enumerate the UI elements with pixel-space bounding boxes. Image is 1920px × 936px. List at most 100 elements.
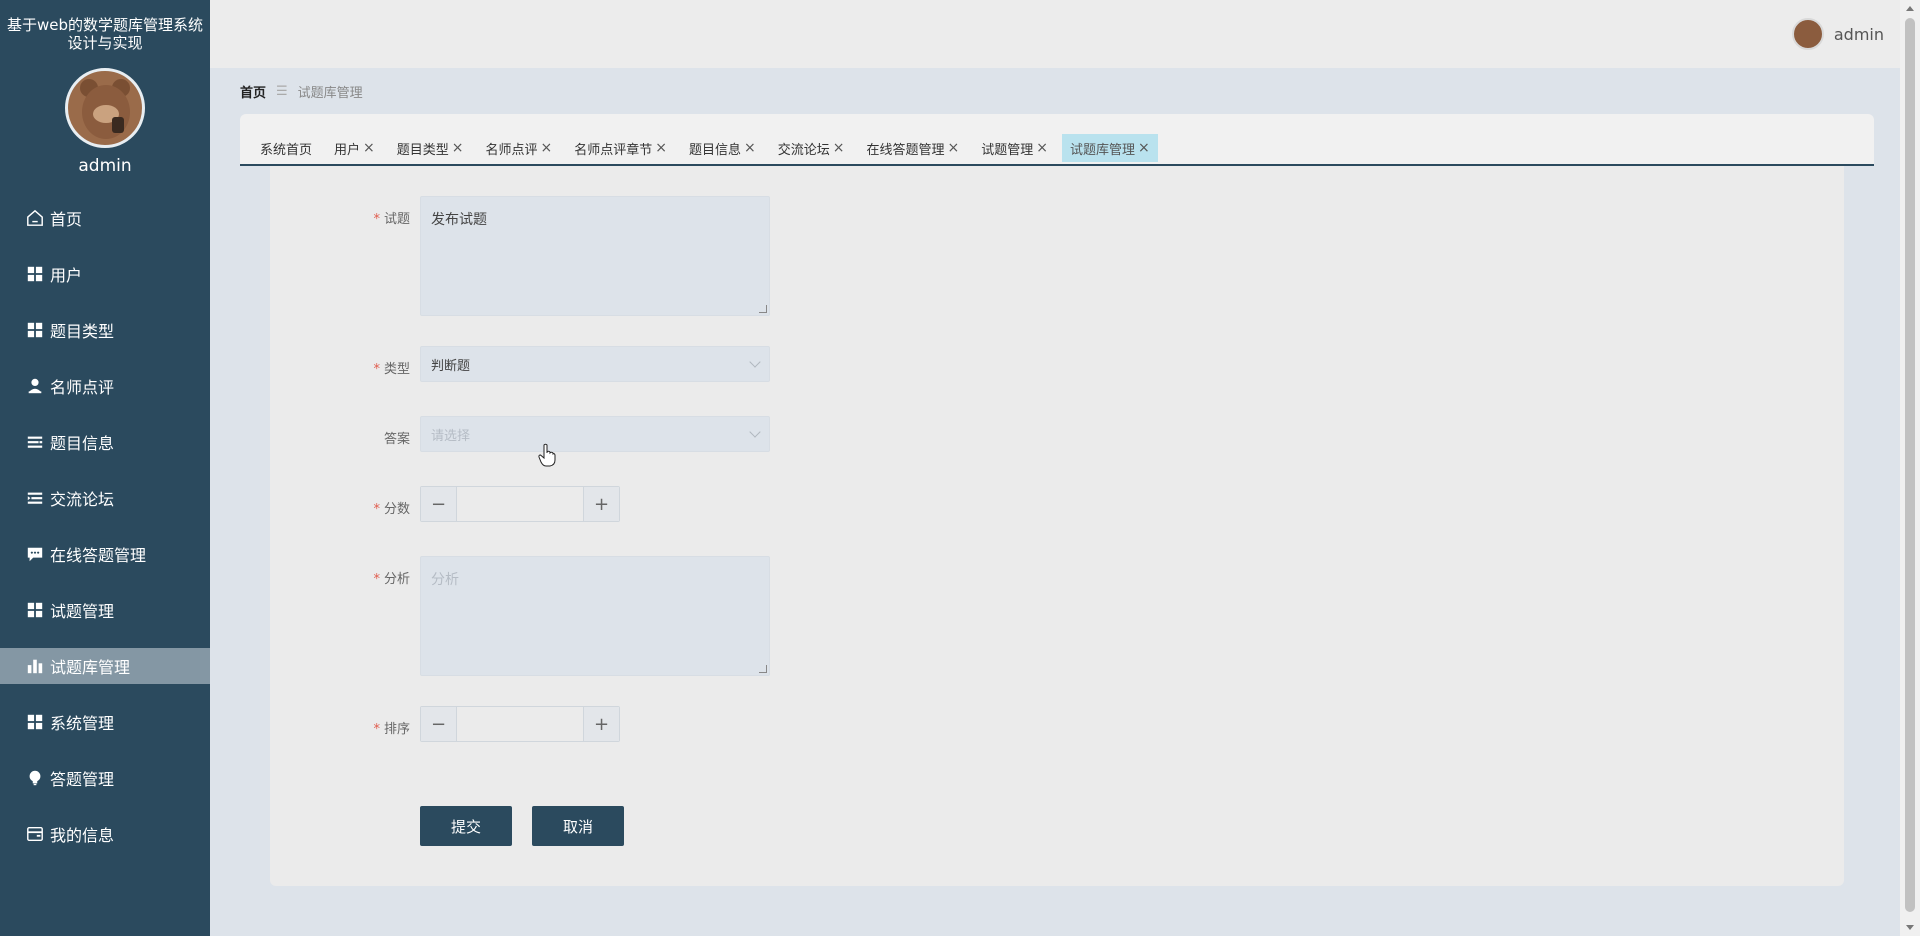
tab-label: 题目信息 [689,142,742,158]
avatar[interactable] [65,68,145,148]
tab-teacher-reviews[interactable]: 名师点评 × [478,134,561,162]
resize-handle-icon[interactable] [759,305,767,313]
resize-handle-icon[interactable] [759,665,767,673]
tab-label: 用户 [334,142,361,158]
list-indent-icon [24,487,46,509]
tab-question-management[interactable]: 试题管理 × [973,134,1056,162]
question-label-text: 试题 [383,212,410,227]
sidebar-item-label: 系统管理 [50,714,115,733]
header-user-menu[interactable]: admin [1791,18,1884,50]
sidebar-item-question-info[interactable]: 题目信息 [0,424,210,460]
tab-system-home[interactable]: 系统首页 [252,134,320,162]
avatar[interactable] [1791,18,1824,50]
order-input[interactable] [457,707,583,741]
scroll-up-icon[interactable] [1906,6,1914,11]
sidebar-item-label: 用户 [50,266,83,285]
card-icon [24,823,46,845]
sidebar-item-label: 在线答题管理 [50,546,147,565]
tab-users[interactable]: 用户 × [326,134,383,162]
app-title: 基于web的数学题库管理系统设计与实现 [6,16,204,52]
sidebar-item-label: 试题管理 [50,602,115,621]
tab-teacher-review-chapters[interactable]: 名师点评章节 × [566,134,675,162]
sidebar-item-system[interactable]: 系统管理 [0,704,210,740]
close-icon[interactable]: × [1138,140,1150,156]
close-icon[interactable]: × [655,140,667,156]
sidebar-item-question-bank[interactable]: 试题库管理 [0,648,210,684]
form-panel: * 试题 发布试题 * 类型 判断题 答案 请选择 * 分数 − + * 分析 分析 *… [270,166,1844,886]
required-mark: * [373,572,380,587]
analysis-label-text: 分析 [383,572,410,587]
type-select[interactable]: 判断题 [420,346,770,382]
close-icon[interactable]: × [744,140,756,156]
chevron-down-icon [749,356,761,368]
tab-label: 题目类型 [396,142,449,158]
sidebar-item-label: 答题管理 [50,770,115,789]
type-label: * 类型 [270,358,410,377]
user-icon [24,375,46,397]
sidebar: 基于web的数学题库管理系统设计与实现 admin 首页 用户 题目类型 名师点… [0,0,210,936]
home-icon [24,207,46,229]
tab-label: 名师点评 [485,142,538,158]
answer-select[interactable]: 请选择 [420,416,770,452]
scrollbar-thumb[interactable] [1905,18,1915,912]
plus-icon[interactable]: + [583,707,619,741]
sidebar-item-users[interactable]: 用户 [0,256,210,292]
submit-button[interactable]: 提交 [420,806,512,846]
sidebar-item-forum[interactable]: 交流论坛 [0,480,210,516]
analysis-textarea[interactable]: 分析 [420,556,770,676]
grid-icon [24,599,46,621]
close-icon[interactable]: × [833,140,845,156]
minus-icon[interactable]: − [421,487,457,521]
score-input[interactable] [457,487,583,521]
tab-question-bank[interactable]: 试题库管理 × [1062,134,1158,162]
score-stepper[interactable]: − + [420,486,620,522]
close-icon[interactable]: × [948,140,960,156]
plus-icon[interactable]: + [583,487,619,521]
close-icon[interactable]: × [363,140,375,156]
close-icon[interactable]: × [1036,140,1048,156]
sidebar-item-online-answer[interactable]: 在线答题管理 [0,536,210,572]
tab-question-info[interactable]: 题目信息 × [681,134,764,162]
tab-online-answer[interactable]: 在线答题管理 × [859,134,968,162]
close-icon[interactable]: × [452,140,464,156]
close-icon[interactable]: × [541,140,553,156]
tab-label: 名师点评章节 [574,142,653,158]
required-mark: * [373,502,380,517]
required-mark: * [373,722,380,737]
score-label-text: 分数 [383,502,410,517]
tab-label: 交流论坛 [777,142,830,158]
sidebar-item-my-info[interactable]: 我的信息 [0,816,210,852]
sidebar-item-question-types[interactable]: 题目类型 [0,312,210,348]
scroll-down-icon[interactable] [1906,925,1914,930]
order-stepper[interactable]: − + [420,706,620,742]
answer-label-text: 答案 [383,432,410,447]
breadcrumb-current: 试题库管理 [297,86,363,101]
type-select-value: 判断题 [431,358,471,374]
sidebar-item-home[interactable]: 首页 [0,200,210,236]
analysis-label: * 分析 [270,568,410,587]
cancel-button[interactable]: 取消 [532,806,624,846]
tab-question-types[interactable]: 题目类型 × [389,134,472,162]
tab-label: 试题管理 [981,142,1034,158]
tab-forum[interactable]: 交流论坛 × [770,134,853,162]
sidebar-item-answer-management[interactable]: 答题管理 [0,760,210,796]
breadcrumb-home[interactable]: 首页 [240,82,266,101]
tabs-list: 系统首页 用户 × 题目类型 × 名师点评 × 名师点评章节 × 题目信息 × 交流论坛 ×… [252,134,1164,162]
sidebar-item-label: 题目信息 [50,434,115,453]
tab-label: 系统首页 [260,142,313,158]
list-icon [24,431,46,453]
sidebar-item-label: 题目类型 [50,322,115,341]
tabs-bar: 系统首页 用户 × 题目类型 × 名师点评 × 名师点评章节 × 题目信息 × 交流论坛 ×… [240,114,1874,166]
header-username[interactable]: admin [1834,25,1884,44]
grid-icon [24,319,46,341]
chat-icon [24,543,46,565]
breadcrumb-separator: ☰ [276,84,288,99]
sidebar-item-question-management[interactable]: 试题管理 [0,592,210,628]
top-header: admin [210,0,1900,68]
vertical-scrollbar[interactable] [1900,0,1920,936]
sidebar-item-teacher-reviews[interactable]: 名师点评 [0,368,210,404]
grid-icon [24,263,46,285]
question-textarea[interactable]: 发布试题 [420,196,770,316]
sidebar-item-label: 首页 [50,210,83,229]
minus-icon[interactable]: − [421,707,457,741]
